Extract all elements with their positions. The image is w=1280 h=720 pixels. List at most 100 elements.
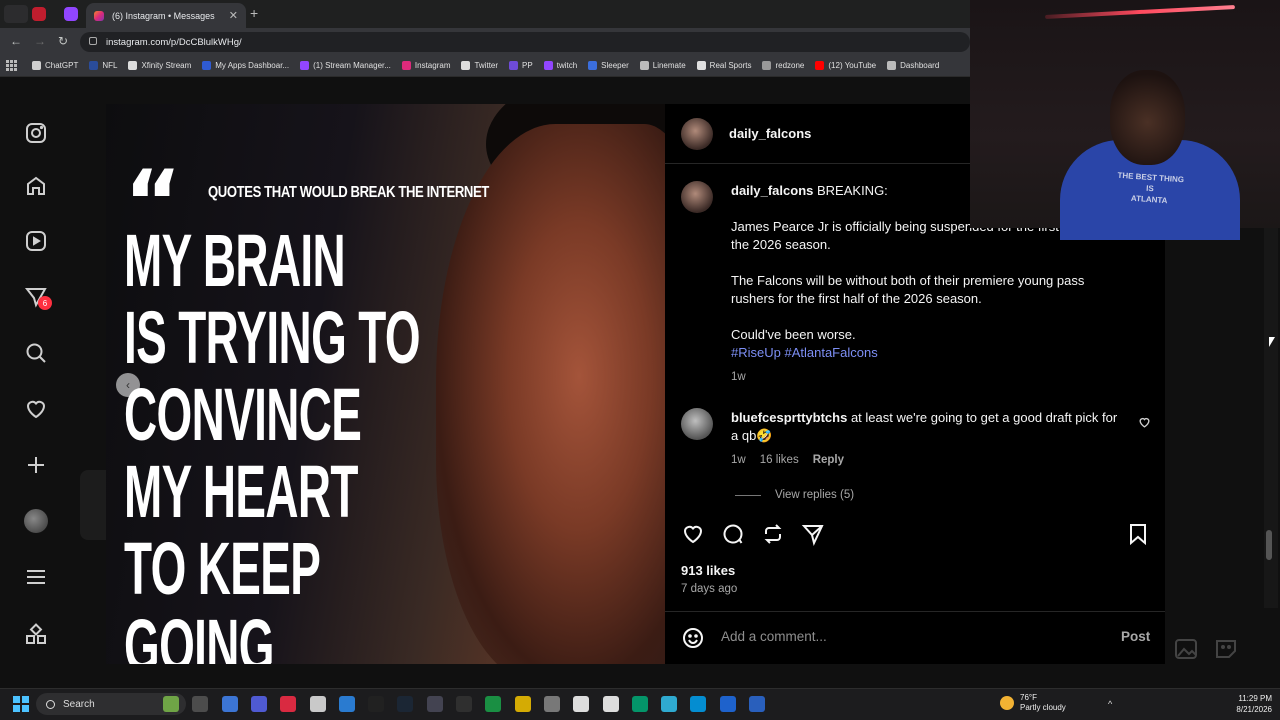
bookmark-item[interactable]: twitch <box>543 61 577 70</box>
caption-hashtags[interactable]: #RiseUp #AtlantaFalcons <box>731 344 1131 362</box>
back-arrow-icon[interactable]: ← <box>10 34 22 48</box>
taskbar-app-icon[interactable] <box>719 696 736 712</box>
tray-overflow-icon[interactable]: ^ <box>1108 699 1120 709</box>
emoji-picker-icon[interactable] <box>681 626 705 655</box>
forward-arrow-icon[interactable]: → <box>34 34 46 48</box>
sticker-icon[interactable] <box>1214 638 1238 660</box>
system-tray[interactable]: ^ <box>1108 699 1120 709</box>
bookmark-favicon-icon <box>202 61 212 70</box>
taskbar-app-icon[interactable] <box>514 696 531 712</box>
instagram-logo-icon[interactable] <box>24 121 48 145</box>
post-image[interactable]: “ QUOTES THAT WOULD BREAK THE INTERNET M… <box>106 104 665 664</box>
taskbar-app-icon[interactable] <box>426 696 443 712</box>
notifications-heart-icon[interactable] <box>24 397 48 421</box>
bookmark-item[interactable]: Sleeper <box>588 61 629 70</box>
bookmark-item[interactable]: PP <box>509 61 533 70</box>
taskbar-app-icon[interactable] <box>661 696 678 712</box>
bookmark-item[interactable]: Xfinity Stream <box>128 61 191 70</box>
like-heart-icon[interactable] <box>681 522 705 546</box>
taskbar-clock[interactable]: 11:29 PM 8/21/2026 <box>1222 693 1272 715</box>
taskbar-app-icon[interactable] <box>163 696 179 712</box>
comment-like-heart-icon[interactable] <box>1138 416 1151 434</box>
taskbar-app-icon[interactable] <box>690 696 707 712</box>
bookmark-favicon-icon <box>128 61 138 70</box>
home-icon[interactable] <box>24 174 48 198</box>
tab-instagram[interactable]: (6) Instagram • Messages ✕ <box>86 3 246 28</box>
comment-reply-button[interactable]: Reply <box>813 454 844 466</box>
bookmark-item[interactable]: Twitter <box>461 61 498 70</box>
taskbar-app-icon[interactable] <box>250 696 267 712</box>
bookmarks-bar: ChatGPT NFL Xfinity Stream My Apps Dashboar… <box>0 55 975 77</box>
bookmark-favicon-icon <box>696 61 706 70</box>
address-bar[interactable]: instagram.com/p/DcCBlulkWHg/ <box>80 32 970 52</box>
taskbar-app-icon[interactable] <box>221 696 238 712</box>
add-comment-input[interactable]: Add a comment... <box>721 629 827 644</box>
bookmark-item[interactable]: ChatGPT <box>32 61 78 70</box>
bookmark-item[interactable]: NFL <box>89 61 117 70</box>
search-icon[interactable] <box>24 341 48 365</box>
taskbar-app-icon[interactable] <box>397 696 414 712</box>
taskbar-app-icon[interactable] <box>338 696 355 712</box>
save-bookmark-icon[interactable] <box>1126 522 1150 546</box>
caption-author-avatar[interactable] <box>681 181 713 213</box>
taskbar-app-icon[interactable] <box>543 696 560 712</box>
caption-age[interactable]: 1w <box>731 368 1131 386</box>
like-count[interactable]: 913 likes <box>681 563 735 578</box>
view-replies-button[interactable]: View replies (5) <box>735 489 854 501</box>
taskbar-app-icon[interactable] <box>192 696 209 712</box>
bookmark-label: Sleeper <box>601 61 629 70</box>
author-avatar[interactable] <box>681 118 713 150</box>
weather-widget[interactable]: 76°F Partly cloudy <box>1000 693 1066 713</box>
comment-bubble-icon[interactable] <box>721 522 745 546</box>
taskbar-app-icon[interactable] <box>456 696 472 712</box>
taskbar-app-icon[interactable] <box>368 696 385 712</box>
comment-age[interactable]: 1w <box>731 454 746 466</box>
bookmark-item[interactable]: Linemate <box>639 61 686 70</box>
gallery-icon[interactable] <box>1174 638 1198 660</box>
taskbar-app-icon[interactable] <box>280 696 297 712</box>
apps-grid-icon[interactable] <box>6 59 18 72</box>
taskbar-app-icon[interactable] <box>309 696 326 712</box>
create-plus-icon[interactable] <box>24 453 48 477</box>
comment-meta: 1w 16 likes Reply <box>731 454 844 466</box>
page-scrollbar-thumb[interactable] <box>1266 530 1272 560</box>
bookmark-item[interactable]: Dashboard <box>887 61 939 70</box>
bookmark-item[interactable]: Instagram <box>401 61 450 70</box>
tab-pinned-2[interactable] <box>64 7 78 21</box>
taskbar-app-icon[interactable] <box>631 696 648 712</box>
new-tab-button[interactable]: + <box>250 5 258 21</box>
repost-icon[interactable] <box>761 522 785 546</box>
bookmark-item[interactable]: redzone <box>762 61 804 70</box>
caption-username[interactable]: daily_falcons <box>731 183 813 198</box>
tab-close-icon[interactable]: ✕ <box>229 9 238 22</box>
taskbar-app-icon[interactable] <box>485 696 502 712</box>
bookmark-favicon-icon <box>401 61 411 70</box>
bookmark-item[interactable]: Real Sports <box>696 61 751 70</box>
comment-likes[interactable]: 16 likes <box>760 454 799 466</box>
taskbar-app-icon[interactable] <box>749 696 765 712</box>
share-send-icon[interactable] <box>801 522 825 546</box>
more-menu-icon[interactable] <box>24 565 48 589</box>
comment-username[interactable]: bluefcesprttybtchs <box>731 410 847 425</box>
reels-icon[interactable] <box>24 229 48 253</box>
bookmark-item[interactable]: (1) Stream Manager... <box>300 61 391 70</box>
commenter-avatar[interactable] <box>681 408 713 440</box>
bookmark-item[interactable]: My Apps Dashboar... <box>202 61 289 70</box>
reload-icon[interactable]: ↻ <box>58 34 68 48</box>
site-info-icon[interactable] <box>89 37 97 45</box>
carousel-prev-button[interactable]: ‹ <box>116 373 140 397</box>
windows-start-icon[interactable] <box>13 696 29 712</box>
bookmark-item[interactable]: (12) YouTube <box>815 61 876 70</box>
taskbar-app-icon[interactable] <box>573 696 590 712</box>
post-comment-button[interactable]: Post <box>1121 629 1150 644</box>
notification-count-badge: 6 <box>38 296 52 310</box>
bookmark-favicon-icon <box>300 61 310 70</box>
tab-pinned-1[interactable] <box>32 7 46 21</box>
taskbar-app-icon[interactable] <box>602 696 619 712</box>
also-from-meta-icon[interactable] <box>24 623 48 647</box>
profile-avatar[interactable] <box>24 509 48 533</box>
author-username[interactable]: daily_falcons <box>729 126 811 141</box>
tab-search-button[interactable] <box>4 5 28 23</box>
caption-paragraph: The Falcons will be without both of thei… <box>731 273 1085 306</box>
bookmark-favicon-icon <box>815 61 825 70</box>
